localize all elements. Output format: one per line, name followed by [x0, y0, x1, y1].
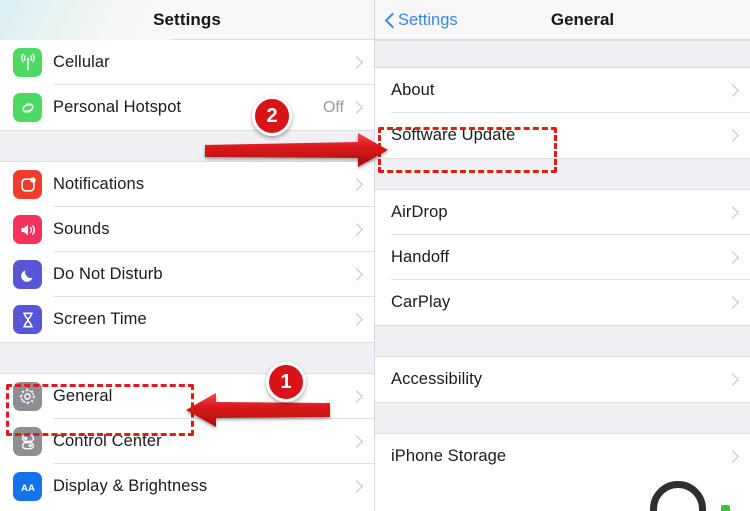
settings-panel: Settings Cellular Personal Hotspot Off N… — [0, 0, 375, 511]
gear-icon — [13, 382, 42, 411]
list-group-gap — [375, 40, 750, 68]
row-accessory — [726, 206, 750, 219]
row-label: iPhone Storage — [391, 447, 507, 465]
chevron-right-icon — [726, 296, 739, 309]
list-group-gap — [375, 325, 750, 357]
row-accessory — [350, 435, 374, 448]
chevron-right-icon — [350, 178, 363, 191]
general-row-airdrop[interactable]: AirDrop — [375, 190, 750, 235]
row-label: AirDrop — [391, 203, 448, 221]
chevron-right-icon — [350, 56, 363, 69]
row-accessory — [726, 84, 750, 97]
row-label: About — [391, 81, 435, 99]
chevron-right-icon — [350, 101, 363, 114]
settings-row-display-brightness[interactable]: AA Display & Brightness — [0, 464, 374, 509]
settings-row-personal-hotspot[interactable]: Personal Hotspot Off — [0, 85, 374, 130]
list-group-gap — [375, 402, 750, 434]
personal-hotspot-icon — [13, 93, 42, 122]
row-label: Personal Hotspot — [53, 98, 182, 116]
row-label: Accessibility — [391, 370, 483, 388]
general-row-accessibility[interactable]: Accessibility — [375, 357, 750, 402]
settings-row-screen-time[interactable]: Screen Time — [0, 297, 374, 342]
settings-row-sounds[interactable]: Sounds — [0, 207, 374, 252]
row-accessory — [726, 251, 750, 264]
settings-row-general[interactable]: General — [0, 374, 374, 419]
row-label: Screen Time — [53, 310, 147, 328]
list-group-gap — [0, 342, 374, 374]
chevron-right-icon — [726, 373, 739, 386]
settings-page-title: Settings — [153, 9, 221, 29]
settings-row-control-center[interactable]: Control Center — [0, 419, 374, 464]
settings-tutorial-screenshot: Settings Cellular Personal Hotspot Off N… — [0, 0, 750, 511]
general-page-title: General — [550, 9, 615, 29]
row-label: Do Not Disturb — [53, 265, 163, 283]
row-accessory — [344, 56, 374, 69]
chevron-right-icon — [726, 84, 739, 97]
row-label: Display & Brightness — [53, 477, 208, 495]
cellular-icon — [13, 48, 42, 77]
navbar-tint — [0, 0, 170, 40]
row-accessory — [350, 480, 374, 493]
chevron-right-icon — [350, 223, 363, 236]
row-label: Sounds — [53, 220, 110, 238]
chevron-right-icon — [350, 390, 363, 403]
list-group-gap — [0, 130, 374, 162]
watermark-accent — [721, 505, 730, 511]
general-row-about[interactable]: About — [375, 68, 750, 113]
row-label: Handoff — [391, 248, 450, 266]
display-brightness-icon: AA — [13, 472, 42, 501]
chevron-right-icon — [726, 206, 739, 219]
chevron-right-icon — [350, 268, 363, 281]
general-row-carplay[interactable]: CarPlay — [375, 280, 750, 325]
general-row-iphone-storage[interactable]: iPhone Storage — [375, 434, 750, 479]
chevron-right-icon — [350, 313, 363, 326]
chevron-right-icon — [726, 450, 739, 463]
row-accessory — [350, 223, 374, 236]
row-label: Cellular — [53, 53, 110, 71]
settings-row-cellular[interactable]: Cellular — [0, 40, 374, 85]
settings-list: Cellular Personal Hotspot Off Notificati… — [0, 40, 374, 509]
row-accessory — [350, 178, 374, 191]
list-group-gap — [375, 158, 750, 190]
settings-navbar: Settings — [0, 0, 374, 40]
chevron-right-icon — [350, 435, 363, 448]
row-accessory — [350, 390, 374, 403]
row-label: General — [53, 387, 113, 405]
row-label: Software Update — [391, 126, 516, 144]
row-value: Off — [322, 98, 344, 116]
row-label: Notifications — [53, 175, 145, 193]
chevron-right-icon — [726, 251, 739, 264]
svg-text:AA: AA — [21, 483, 35, 494]
row-accessory — [726, 129, 750, 142]
row-label: CarPlay — [391, 293, 451, 311]
general-navbar: Settings General — [375, 0, 750, 40]
general-list: About Software Update AirDrop Handoff Ca… — [375, 40, 750, 479]
row-accessory — [726, 296, 750, 309]
row-accessory: Off — [323, 99, 374, 117]
watermark-logo — [650, 481, 706, 511]
row-label: Control Center — [53, 432, 162, 450]
row-accessory — [350, 268, 374, 281]
settings-row-do-not-disturb[interactable]: Do Not Disturb — [0, 252, 374, 297]
row-accessory — [726, 450, 750, 463]
screen-time-icon — [13, 305, 42, 334]
sounds-icon — [13, 215, 42, 244]
settings-row-notifications[interactable]: Notifications — [0, 162, 374, 207]
chevron-right-icon — [726, 129, 739, 142]
general-panel: Settings General About Software Update A — [375, 0, 750, 511]
do-not-disturb-icon — [13, 260, 42, 289]
chevron-right-icon — [350, 480, 363, 493]
control-center-icon — [13, 427, 42, 456]
row-accessory — [350, 313, 374, 326]
general-row-software-update[interactable]: Software Update — [375, 113, 750, 158]
notifications-icon — [13, 170, 42, 199]
row-accessory — [726, 373, 750, 386]
general-row-handoff[interactable]: Handoff — [375, 235, 750, 280]
